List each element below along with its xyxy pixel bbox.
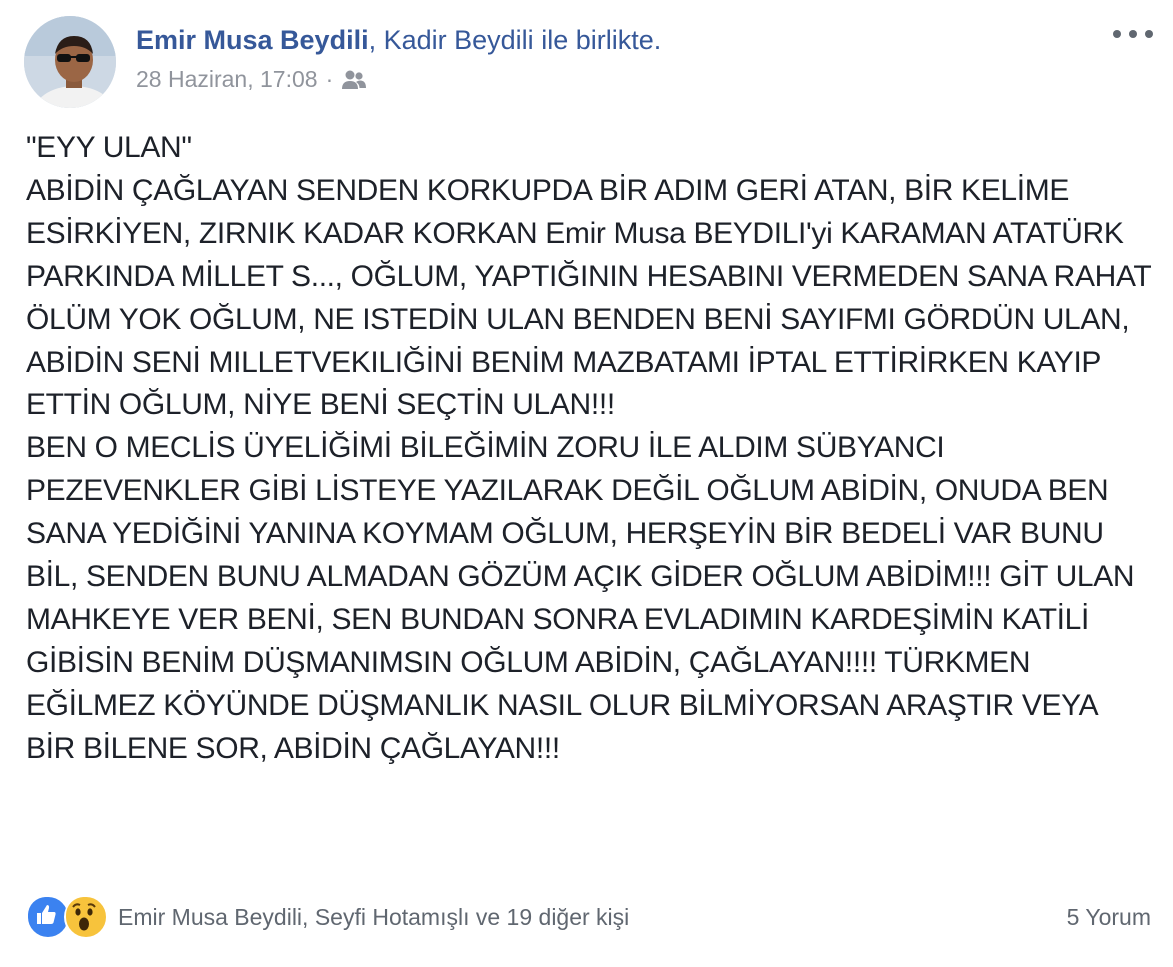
meta-dot: ·	[325, 66, 334, 92]
post-text: "EYY ULAN" ABİDİN ÇAĞLAYAN SENDEN KORKUP…	[26, 131, 1151, 765]
facebook-post: Emir Musa Beydili, Kadir Beydili ile bir…	[0, 0, 1173, 967]
more-dot	[1145, 30, 1153, 38]
more-dot	[1113, 30, 1121, 38]
post-header: Emir Musa Beydili, Kadir Beydili ile bir…	[136, 22, 661, 94]
more-dot	[1129, 30, 1137, 38]
comments-count-link[interactable]: 5 Yorum	[1067, 904, 1151, 931]
wow-icon	[64, 895, 108, 939]
friends-icon[interactable]	[341, 68, 367, 90]
more-options-icon[interactable]	[1113, 22, 1153, 46]
with-text: ile birlikte.	[541, 25, 662, 55]
name-separator: ,	[368, 25, 377, 55]
avatar-photo	[24, 16, 116, 108]
reactors-text[interactable]: Emir Musa Beydili, Seyfi Hotamışlı ve 19…	[118, 904, 629, 931]
tagged-friend-link[interactable]: Kadir Beydili	[384, 25, 534, 55]
post-meta: 28 Haziran, 17:08 ·	[136, 64, 661, 94]
post-footer: Emir Musa Beydili, Seyfi Hotamışlı ve 19…	[26, 895, 1151, 939]
author-name-link[interactable]: Emir Musa Beydili	[136, 25, 369, 55]
author-line: Emir Musa Beydili, Kadir Beydili ile bir…	[136, 22, 661, 58]
reaction-icons[interactable]	[26, 895, 108, 939]
post-timestamp[interactable]: 28 Haziran, 17:08	[136, 64, 318, 94]
author-avatar[interactable]	[24, 16, 116, 108]
